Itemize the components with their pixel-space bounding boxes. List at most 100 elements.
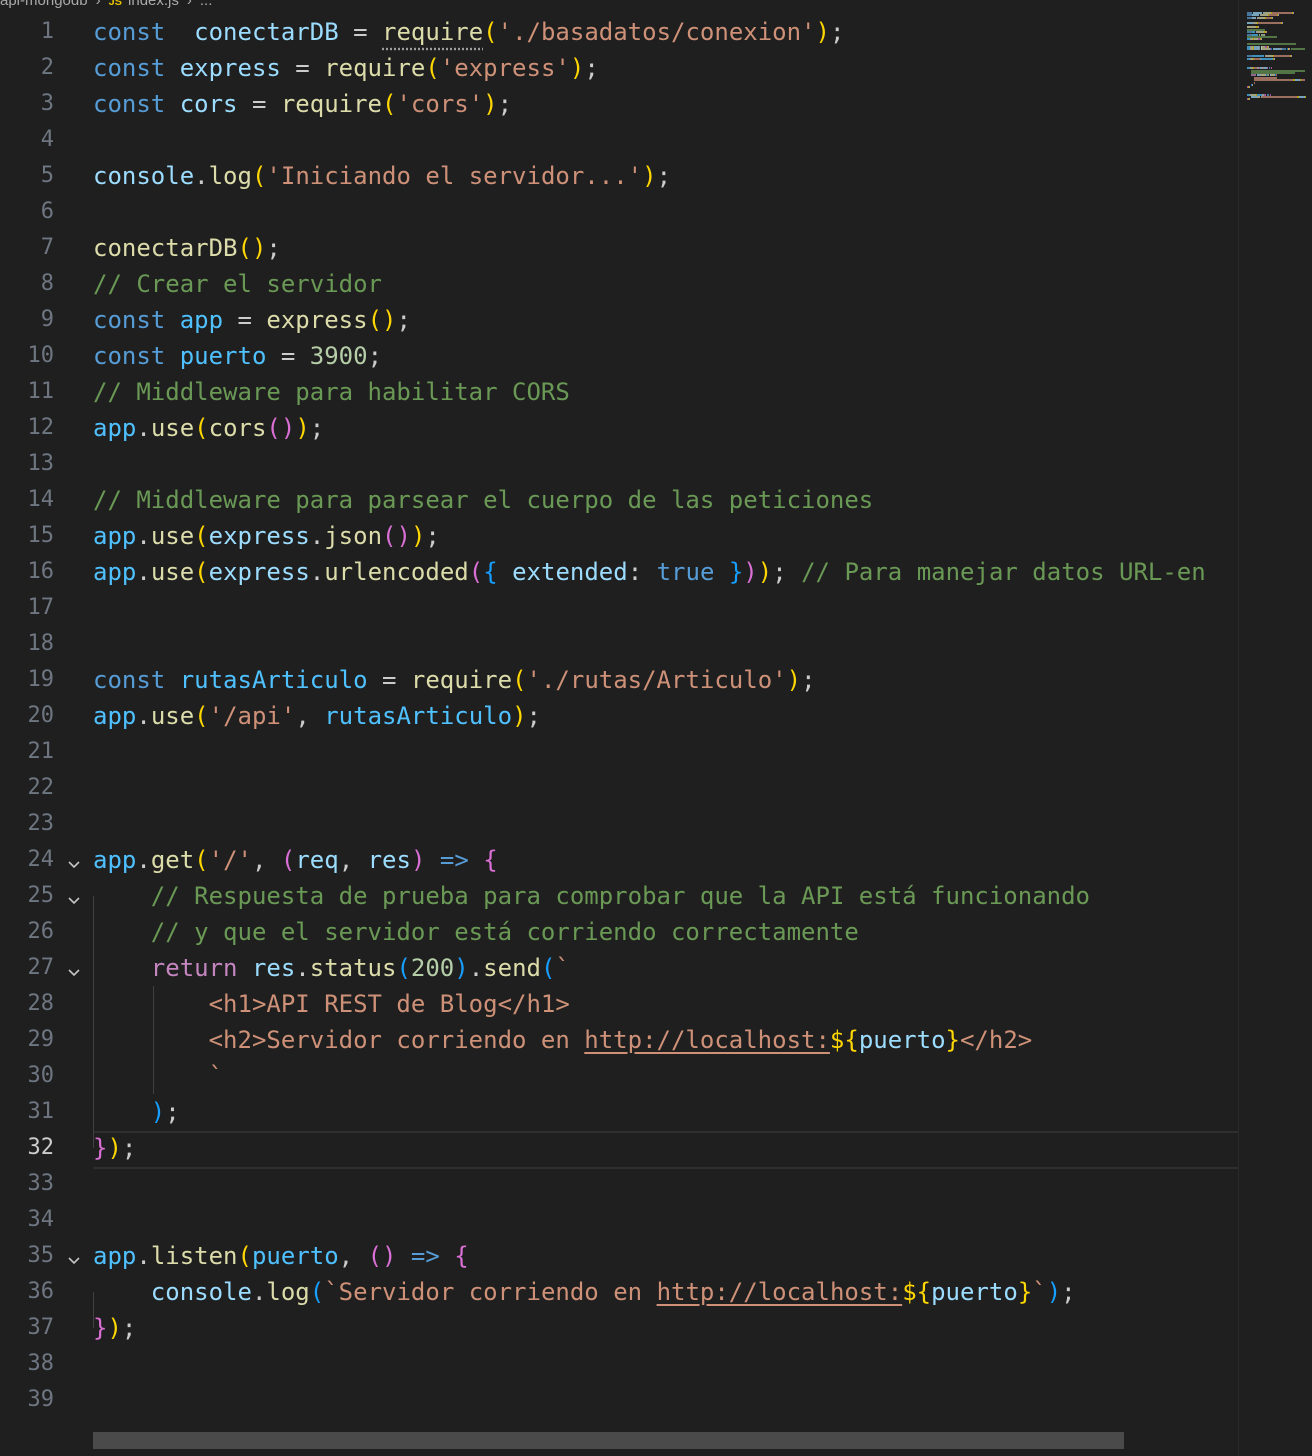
code-token: (	[194, 414, 209, 442]
minimap-token	[1261, 57, 1274, 60]
code-token: <h2>Servidor corriendo en	[208, 1026, 585, 1054]
code-line[interactable]: 12 app.use(cors());	[0, 410, 1238, 446]
code-editor[interactable]: 1 const conectarDB = require('./basadatos…	[0, 14, 1238, 1430]
code-token: (	[251, 162, 267, 190]
code-line[interactable]: 20 app.use('/api', rutasArticulo);	[0, 698, 1238, 734]
code-line[interactable]: 32});	[0, 1130, 1238, 1166]
line-number: 21	[27, 739, 55, 764]
code-line[interactable]: 29 <h2>Servidor corriendo en http://loca…	[0, 1022, 1238, 1058]
code-line[interactable]: 11 // Middleware para habilitar CORS	[0, 374, 1238, 410]
code-token: =	[223, 306, 267, 334]
code-line[interactable]: 4	[0, 122, 1238, 158]
breadcrumb-folder[interactable]: api-mongodb	[0, 0, 88, 8]
code-line[interactable]: 1 const conectarDB = require('./basadatos…	[0, 14, 1238, 50]
code-token: .	[295, 954, 310, 982]
code-line[interactable]: 7 conectarDB();	[0, 230, 1238, 266]
code-token: (	[309, 1278, 325, 1306]
code-token: express	[208, 558, 310, 586]
code-line[interactable]: 21	[0, 734, 1238, 770]
code-line[interactable]: 35 app.listen(puerto, () => {	[0, 1238, 1238, 1274]
minimap-token	[1289, 48, 1291, 50]
code-line[interactable]: 15 app.use(express.json());	[0, 518, 1238, 554]
code-line[interactable]: 31 );	[0, 1094, 1238, 1130]
code-token: ${	[902, 1278, 932, 1306]
code-text: // y que el servidor está corriendo corr…	[93, 914, 859, 950]
minimap-token	[1291, 55, 1292, 58]
code-token: }	[945, 1026, 960, 1054]
code-line[interactable]: 30 `	[0, 1058, 1238, 1094]
code-token: `	[555, 954, 570, 982]
line-number: 1	[40, 19, 54, 44]
code-token: // Middleware para habilitar CORS	[93, 378, 570, 406]
code-line[interactable]: 27 return res.status(200).send(`	[0, 950, 1238, 986]
code-line[interactable]: 25 // Respuesta de prueba para comprobar…	[0, 878, 1238, 914]
code-line[interactable]: 8 // Crear el servidor	[0, 266, 1238, 302]
fold-chevron-icon[interactable]	[68, 1251, 80, 1265]
code-line[interactable]: 9 const app = express();	[0, 302, 1238, 338]
horizontal-scrollbar[interactable]	[93, 1432, 1124, 1449]
breadcrumb-file[interactable]: index.js	[128, 0, 179, 8]
code-token: ;	[1061, 1278, 1076, 1306]
code-token: )	[410, 522, 426, 550]
code-line[interactable]: 5 console.log('Iniciando el servidor...')…	[0, 158, 1238, 194]
code-token: (	[425, 54, 440, 82]
code-token: express	[208, 522, 310, 550]
code-line[interactable]: 36 console.log(`Servidor corriendo en ht…	[0, 1274, 1238, 1310]
fold-chevron-icon[interactable]	[68, 963, 80, 977]
code-token: {	[483, 558, 498, 586]
code-token: json	[324, 522, 383, 550]
code-token: )	[743, 558, 758, 586]
code-line[interactable]: 6	[0, 194, 1238, 230]
breadcrumb-more[interactable]: ...	[200, 0, 213, 8]
code-token: ;	[121, 1134, 137, 1162]
code-line[interactable]: 28 <h1>API REST de Blog</h1>	[0, 986, 1238, 1022]
fold-chevron-icon[interactable]	[68, 855, 80, 869]
code-line[interactable]: 26 // y que el servidor está corriendo c…	[0, 914, 1238, 950]
code-line[interactable]: 22	[0, 770, 1238, 806]
line-number: 6	[40, 199, 54, 224]
line-number: 35	[27, 1243, 55, 1268]
code-token: ;	[266, 234, 281, 262]
line-number: 2	[40, 55, 54, 80]
line-number: 3	[40, 91, 54, 116]
code-line[interactable]: 24 app.get('/', (req, res) => {	[0, 842, 1238, 878]
code-line[interactable]: 3 const cors = require('cors');	[0, 86, 1238, 122]
code-token: ;	[497, 90, 513, 118]
code-token: ;	[584, 54, 599, 82]
code-token: (	[512, 666, 527, 694]
code-line[interactable]: 13	[0, 446, 1238, 482]
line-number: 4	[40, 127, 54, 152]
code-token: `	[208, 1062, 224, 1090]
code-text: const express = require('express');	[93, 50, 599, 86]
code-line[interactable]: 19 const rutasArticulo = require('./rutas…	[0, 662, 1238, 698]
code-token: app	[93, 522, 137, 550]
fold-chevron-icon[interactable]	[68, 891, 80, 905]
code-line[interactable]: 33	[0, 1166, 1238, 1202]
code-token: =>	[396, 1242, 440, 1270]
code-line[interactable]: 17	[0, 590, 1238, 626]
code-line[interactable]: 18	[0, 626, 1238, 662]
code-token: `Servidor corriendo en	[324, 1278, 657, 1306]
code-token: req	[295, 846, 339, 874]
code-line[interactable]: 39	[0, 1382, 1238, 1418]
code-line[interactable]: 23	[0, 806, 1238, 842]
line-number: 11	[27, 379, 55, 404]
code-line[interactable]: 16 app.use(express.urlencoded({ extended:…	[0, 554, 1238, 590]
code-line[interactable]: 2 const express = require('express');	[0, 50, 1238, 86]
minimap[interactable]	[1238, 0, 1312, 1456]
code-line[interactable]: 38	[0, 1346, 1238, 1382]
code-token: ()	[382, 522, 411, 550]
code-token: )	[1046, 1278, 1062, 1306]
code-line[interactable]: 14 // Middleware para parsear el cuerpo d…	[0, 482, 1238, 518]
code-line[interactable]: 37});	[0, 1310, 1238, 1346]
code-token: .	[309, 522, 325, 550]
code-line[interactable]: 34	[0, 1202, 1238, 1238]
code-token: ()	[266, 414, 296, 442]
breadcrumb: api-mongodb›JSindex.js›...	[0, 0, 212, 8]
line-number: 32	[27, 1135, 55, 1160]
code-token: ,	[338, 1242, 368, 1270]
code-line[interactable]: 10 const puerto = 3900;	[0, 338, 1238, 374]
